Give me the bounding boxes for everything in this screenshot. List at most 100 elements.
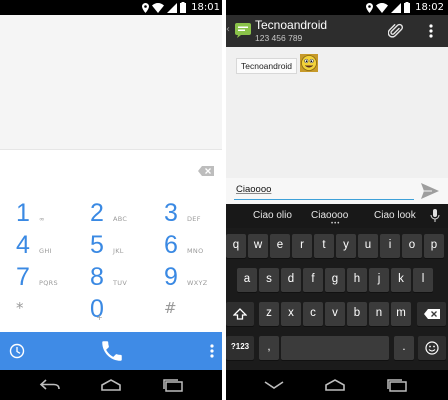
hide-keyboard-button[interactable] — [261, 377, 287, 393]
key-z[interactable]: z — [259, 302, 279, 326]
key-t[interactable]: t — [314, 234, 334, 258]
dial-key-0[interactable]: 0 + — [74, 291, 148, 326]
key-i[interactable]: i — [380, 234, 400, 258]
dial-key-letters: WXYZ — [187, 279, 208, 287]
home-button[interactable] — [322, 377, 348, 393]
compose-text: Ciaoooo — [236, 184, 272, 195]
dial-key-9[interactable]: 9 WXYZ — [148, 259, 222, 294]
dial-key-digit: 3 — [164, 199, 178, 227]
back-button[interactable] — [37, 377, 63, 393]
dial-key-2[interactable]: 2 ABC — [74, 195, 148, 230]
key-h[interactable]: h — [347, 268, 367, 292]
dial-key-letters: JKL — [113, 247, 124, 255]
smiley-icon — [425, 341, 439, 355]
compose-bar: Ciaoooo — [224, 178, 448, 204]
status-time: 18:02 — [415, 2, 444, 13]
key-x[interactable]: x — [281, 302, 301, 326]
key-v[interactable]: v — [325, 302, 345, 326]
period-key[interactable]: . — [394, 336, 414, 360]
keyboard-row-2: a s d f g h j k l — [224, 268, 448, 294]
dial-key-7[interactable]: 7 PQRS — [0, 259, 74, 294]
location-icon — [142, 2, 149, 13]
more-suggestions-icon[interactable]: ••• — [331, 221, 340, 227]
key-u[interactable]: u — [358, 234, 378, 258]
location-icon — [366, 2, 373, 13]
contact-number: 123 456 789 — [255, 33, 303, 43]
home-button[interactable] — [98, 377, 124, 393]
microphone-icon[interactable] — [430, 209, 440, 223]
navigation-bar — [0, 370, 224, 400]
dial-key-digit: 6 — [164, 231, 178, 259]
wifi-icon — [152, 2, 164, 13]
dial-key-6[interactable]: 6 MNO — [148, 227, 222, 262]
phone-icon[interactable] — [98, 338, 126, 364]
recents-icon — [163, 378, 183, 392]
clock-icon[interactable] — [9, 343, 25, 359]
key-g[interactable]: g — [325, 268, 345, 292]
wifi-icon — [376, 2, 388, 13]
key-b[interactable]: b — [347, 302, 367, 326]
number-display[interactable] — [0, 150, 224, 190]
key-e[interactable]: e — [270, 234, 290, 258]
chevron-down-icon — [264, 381, 284, 389]
status-bar: 18:01 — [0, 0, 224, 15]
dial-key-4[interactable]: 4 GHI — [0, 227, 74, 262]
key-a[interactable]: a — [237, 268, 257, 292]
key-m[interactable]: m — [391, 302, 411, 326]
contact-name: Tecnoandroid — [255, 18, 328, 32]
shift-key[interactable] — [226, 302, 254, 326]
suggestion-strip: Ciao olio Ciaoooo Ciao look ••• — [224, 204, 448, 228]
dial-key-hash[interactable]: # — [148, 291, 222, 326]
key-p[interactable]: p — [424, 234, 444, 258]
message-thread: Tecnoandroid — [224, 47, 448, 178]
message-bubble[interactable]: Tecnoandroid — [236, 58, 298, 74]
key-l[interactable]: l — [413, 268, 433, 292]
messaging-screen: 18:02 ‹ Tecnoandroid 123 456 789 Tecnoan… — [224, 0, 448, 400]
dial-key-8[interactable]: 8 TUV — [74, 259, 148, 294]
conversation-action-bar: ‹ Tecnoandroid 123 456 789 — [224, 15, 448, 47]
key-d[interactable]: d — [281, 268, 301, 292]
message-input[interactable]: Ciaoooo — [234, 182, 414, 200]
keyboard-row-3: z x c v b n m — [224, 302, 448, 328]
keyboard-row-4: ?123 , . — [224, 336, 448, 362]
space-bar[interactable] — [281, 336, 389, 360]
signal-icon — [391, 2, 401, 13]
recents-button[interactable] — [384, 377, 410, 393]
backspace-icon[interactable] — [198, 166, 214, 176]
key-y[interactable]: y — [336, 234, 356, 258]
recents-button[interactable] — [160, 377, 186, 393]
paperclip-icon[interactable] — [388, 22, 404, 40]
overflow-menu-icon[interactable] — [429, 24, 433, 38]
key-o[interactable]: o — [402, 234, 422, 258]
suggestion-item[interactable]: Ciao look — [374, 210, 416, 222]
key-j[interactable]: j — [369, 268, 389, 292]
key-w[interactable]: w — [248, 234, 268, 258]
send-icon[interactable] — [420, 182, 440, 200]
dial-key-1[interactable]: 1 ∞ — [0, 195, 74, 230]
dial-key-5[interactable]: 5 JKL — [74, 227, 148, 262]
overflow-menu-icon[interactable] — [210, 344, 214, 358]
comma-key[interactable]: , — [259, 336, 279, 360]
key-c[interactable]: c — [303, 302, 323, 326]
key-q[interactable]: q — [226, 234, 246, 258]
suggestion-item[interactable]: Ciao olio — [253, 210, 292, 222]
dial-key-star[interactable]: * — [0, 291, 74, 326]
dial-key-digit: 7 — [16, 263, 30, 291]
suggestion-item-primary[interactable]: Ciaoooo — [311, 210, 348, 222]
dial-key-3[interactable]: 3 DEF — [148, 195, 222, 230]
delete-key[interactable] — [417, 302, 446, 326]
key-n[interactable]: n — [369, 302, 389, 326]
battery-icon — [404, 2, 410, 13]
emoji-key[interactable] — [418, 336, 446, 360]
dial-key-letters: ABC — [113, 215, 128, 223]
key-k[interactable]: k — [391, 268, 411, 292]
dial-key-digit: 4 — [16, 231, 30, 259]
battery-icon — [180, 2, 186, 13]
key-r[interactable]: r — [292, 234, 312, 258]
key-f[interactable]: f — [303, 268, 323, 292]
messaging-app-icon[interactable] — [234, 21, 252, 39]
key-s[interactable]: s — [259, 268, 279, 292]
symbols-key[interactable]: ?123 — [226, 336, 254, 360]
status-bar: 18:02 — [224, 0, 448, 15]
up-caret-icon[interactable]: ‹ — [226, 24, 230, 35]
